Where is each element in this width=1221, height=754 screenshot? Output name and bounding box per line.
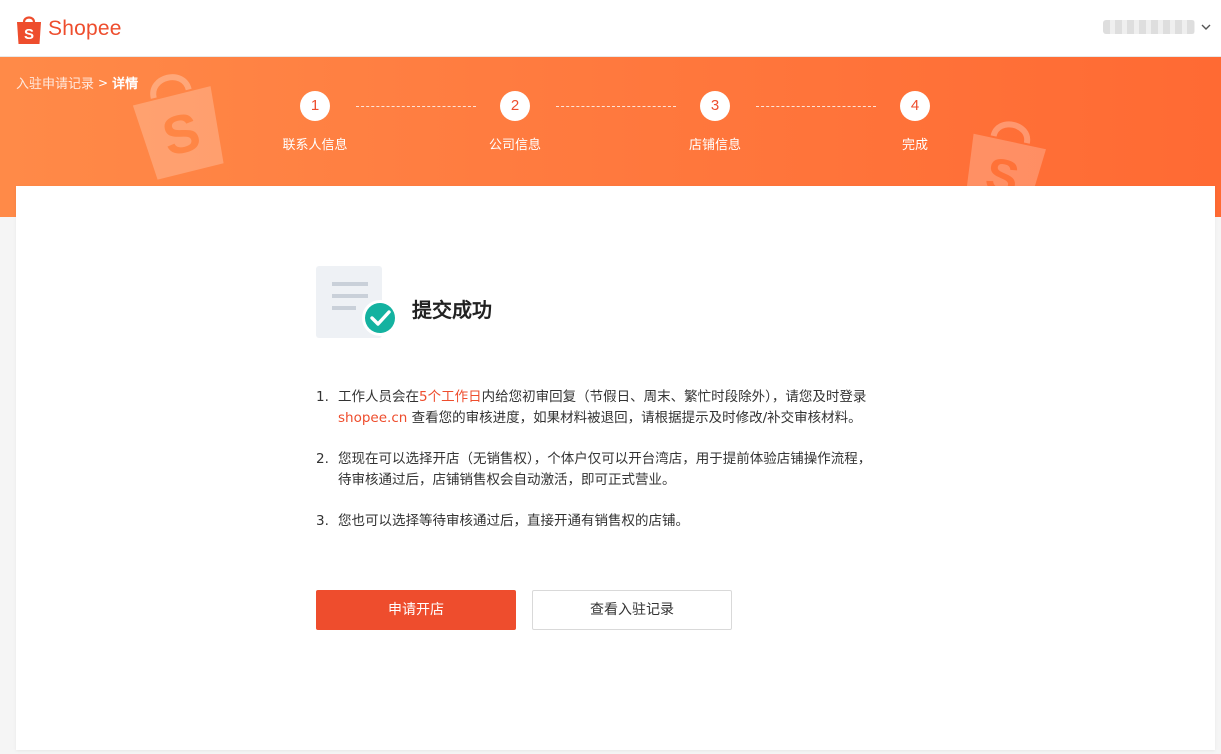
list-text: 您也可以选择等待审核通过后，直接开通有销售权的店铺。 (338, 513, 689, 529)
step-2: 2 公司信息 (465, 91, 565, 153)
step-number: 1 (300, 91, 330, 121)
step-connector (556, 106, 676, 107)
account-name-blurred (1103, 20, 1195, 34)
list-item: 2. 您现在可以选择开店（无销售权），个体户仅可以开台湾店，用于提前体验店铺操作… (316, 449, 936, 491)
list-index: 1. (316, 389, 329, 405)
breadcrumb-separator: > (98, 75, 109, 90)
text-segment: 内给您初审回复（节假日、周末、繁忙时段除外），请您及时登录 (481, 389, 867, 405)
step-connector (356, 106, 476, 107)
text-segment: 工作人员会在 (338, 389, 419, 405)
account-menu[interactable] (1103, 20, 1213, 34)
list-text: 您现在可以选择开店（无销售权），个体户仅可以开台湾店，用于提前体验店铺操作流程，… (338, 449, 871, 491)
shopee-logo[interactable]: S Shopee (16, 12, 122, 46)
apply-open-shop-button[interactable]: 申请开店 (316, 590, 516, 630)
top-header: S Shopee (0, 0, 1221, 57)
list-text: 工作人员会在5个工作日内给您初审回复（节假日、周末、繁忙时段除外），请您及时登录… (338, 387, 866, 429)
list-index: 2. (316, 451, 329, 467)
step-number: 3 (700, 91, 730, 121)
highlight-text: 5个工作日 (419, 389, 482, 405)
step-4: 4 完成 (865, 91, 965, 153)
breadcrumb-current: 详情 (112, 77, 139, 92)
result-card: 提交成功 1. 工作人员会在5个工作日内给您初审回复（节假日、周末、繁忙时段除外… (16, 186, 1215, 750)
list-item: 3. 您也可以选择等待审核通过后，直接开通有销售权的店铺。 (316, 511, 936, 532)
step-label: 完成 (901, 138, 928, 153)
page-title: 提交成功 (412, 298, 492, 322)
text-segment: 查看您的审核进度，如果材料被退回，请根据提示及时修改/补交审核材料。 (407, 410, 862, 426)
breadcrumb: 入驻申请记录 > 详情 (16, 73, 139, 93)
step-progress: 1 联系人信息 2 公司信息 3 店铺信息 4 完成 (0, 91, 1221, 161)
breadcrumb-parent-link[interactable]: 入驻申请记录 (16, 73, 94, 92)
step-3: 3 店铺信息 (665, 91, 765, 153)
logo-text: Shopee (48, 17, 122, 40)
step-label: 店铺信息 (688, 138, 741, 153)
step-number: 2 (500, 91, 530, 121)
text-segment: 待审核通过后，店铺销售权会自动激活，即可正式营业。 (338, 472, 676, 488)
text-segment: 您现在可以选择开店（无销售权），个体户仅可以开台湾店，用于提前体验店铺操作流程， (338, 451, 872, 467)
step-label: 联系人信息 (282, 138, 348, 153)
chevron-down-icon (1201, 24, 1211, 30)
view-records-button[interactable]: 查看入驻记录 (532, 590, 732, 630)
step-1: 1 联系人信息 (265, 91, 365, 153)
step-connector (756, 106, 876, 107)
shopee-cn-link[interactable]: shopee.cn (338, 410, 407, 426)
document-success-icon (316, 266, 398, 338)
list-item: 1. 工作人员会在5个工作日内给您初审回复（节假日、周末、繁忙时段除外），请您及… (316, 387, 936, 429)
step-number: 4 (900, 91, 930, 121)
shopee-bag-icon: S (17, 16, 41, 44)
list-index: 3. (316, 513, 329, 529)
instructions-list: 1. 工作人员会在5个工作日内给您初审回复（节假日、周末、繁忙时段除外），请您及… (316, 387, 936, 552)
step-label: 公司信息 (488, 138, 541, 153)
svg-text:S: S (24, 26, 34, 43)
